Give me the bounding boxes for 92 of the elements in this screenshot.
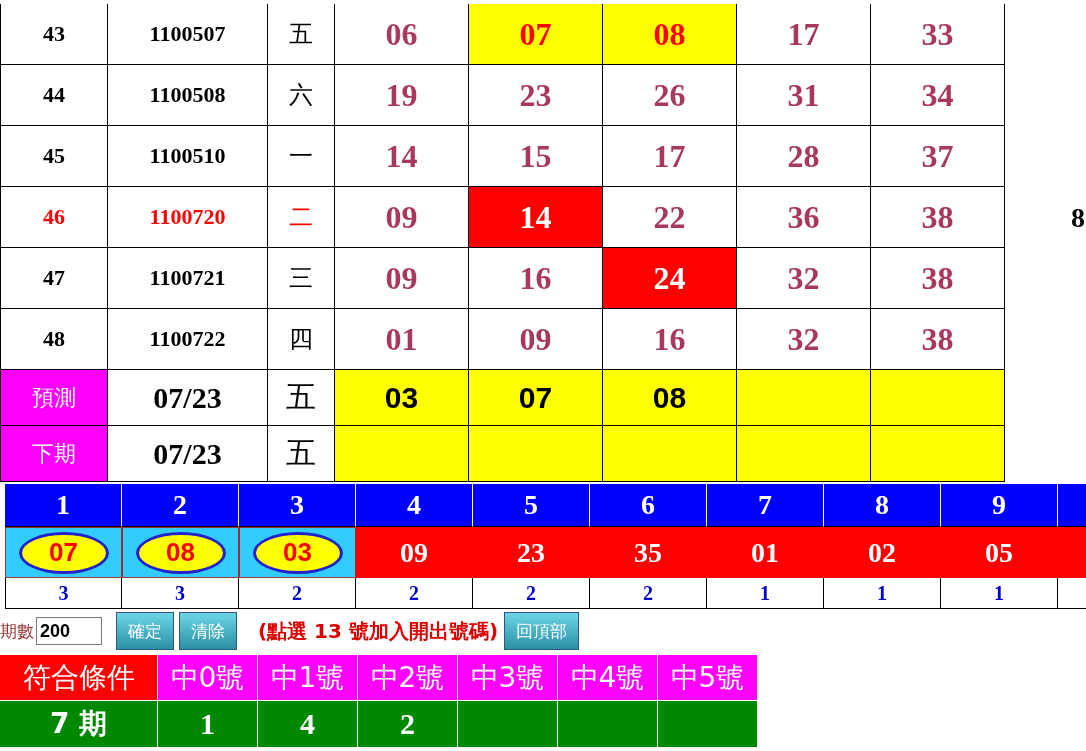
draw-date: 1100721 — [108, 248, 268, 309]
forecast-date: 07/23 — [108, 370, 268, 426]
number-cell: 32 — [737, 248, 871, 309]
count-cell: 1 — [824, 578, 941, 609]
period-count: 7 期 — [0, 701, 158, 748]
ball-cell[interactable]: 08 — [122, 527, 239, 578]
number-ball[interactable]: 07 — [18, 531, 109, 574]
forecast-date: 07/23 — [108, 426, 268, 482]
row-label: 下期 — [0, 426, 108, 482]
rank-header: 9 — [941, 484, 1058, 527]
number-cell[interactable]: 23 — [473, 527, 590, 578]
rank-header: 8 — [824, 484, 941, 527]
hint-text: (點選 13 號加入開出號碼) — [258, 617, 499, 645]
rank-header: 6 — [590, 484, 707, 527]
draw-number: 45 — [0, 126, 108, 187]
column-header: 中5號 — [658, 655, 758, 701]
draw-number: 47 — [0, 248, 108, 309]
forecast-number: 08 — [603, 370, 737, 426]
column-header: 中3號 — [458, 655, 558, 701]
number-cell: 34 — [871, 65, 1005, 126]
number-cell[interactable]: 05 — [941, 527, 1058, 578]
rank-header: 1 — [5, 484, 122, 527]
number-cell: 08 — [603, 4, 737, 65]
weekday: 六 — [268, 65, 335, 126]
rank-header: 5 — [473, 484, 590, 527]
draw-date: 1100720 — [108, 187, 268, 248]
table-cell: 1 — [158, 701, 258, 748]
draw-date: 1100722 — [108, 309, 268, 370]
draw-date: 1100508 — [108, 65, 268, 126]
number-ball[interactable]: 03 — [252, 531, 343, 574]
action-button[interactable]: 清除 — [179, 612, 237, 650]
number-cell: 07 — [469, 4, 603, 65]
number-cell: 38 — [871, 248, 1005, 309]
table-cell: 4 — [258, 701, 358, 748]
column-header: 中1號 — [258, 655, 358, 701]
number-ball[interactable]: 08 — [135, 531, 226, 574]
weekday: 二 — [268, 187, 335, 248]
rank-header: 4 — [356, 484, 473, 527]
weekday: 五 — [268, 4, 335, 65]
number-cell: 19 — [335, 65, 469, 126]
forecast-number: 03 — [335, 370, 469, 426]
back-to-top-button[interactable]: 回頂部 — [504, 612, 580, 650]
count-cell: 1 — [941, 578, 1058, 609]
column-header: 中4號 — [558, 655, 658, 701]
side-count: 8 — [1070, 200, 1086, 235]
number-cell: 23 — [469, 65, 603, 126]
weekday: 三 — [268, 248, 335, 309]
count-cell: 2 — [473, 578, 590, 609]
draw-number: 43 — [0, 4, 108, 65]
number-cell: 17 — [737, 4, 871, 65]
weekday: 四 — [268, 309, 335, 370]
count-cell: 3 — [122, 578, 239, 609]
table-cell: 2 — [358, 701, 458, 748]
number-cell: 28 — [737, 126, 871, 187]
number-cell[interactable]: 35 — [590, 527, 707, 578]
number-cell: 31 — [737, 65, 871, 126]
number-cell: 33 — [871, 4, 1005, 65]
column-header: 中2號 — [358, 655, 458, 701]
draw-date: 1100510 — [108, 126, 268, 187]
forecast-number: 07 — [469, 370, 603, 426]
number-cell: 09 — [335, 248, 469, 309]
number-cell: 36 — [737, 187, 871, 248]
number-cell: 14 — [469, 187, 603, 248]
count-cell: 2 — [239, 578, 356, 609]
condition-header: 符合條件 — [0, 655, 158, 701]
action-button[interactable]: 確定 — [116, 612, 174, 650]
row-label: 預測 — [0, 370, 108, 426]
draw-number: 44 — [0, 65, 108, 126]
ball-cell[interactable]: 03 — [239, 527, 356, 578]
draw-date: 1100507 — [108, 4, 268, 65]
weekday: 一 — [268, 126, 335, 187]
number-cell: 24 — [603, 248, 737, 309]
count-cell: 2 — [356, 578, 473, 609]
count-cell: 1 — [707, 578, 824, 609]
number-cell: 14 — [335, 126, 469, 187]
rank-header: 7 — [707, 484, 824, 527]
number-cell: 26 — [603, 65, 737, 126]
number-cell[interactable]: 09 — [356, 527, 473, 578]
number-cell[interactable]: 01 — [707, 527, 824, 578]
rank-header: 2 — [122, 484, 239, 527]
column-header: 中0號 — [158, 655, 258, 701]
number-cell: 38 — [871, 187, 1005, 248]
draw-number: 46 — [0, 187, 108, 248]
number-cell: 37 — [871, 126, 1005, 187]
count-cell: 2 — [590, 578, 707, 609]
ball-cell[interactable]: 07 — [5, 527, 122, 578]
number-cell[interactable]: 02 — [824, 527, 941, 578]
number-cell: 17 — [603, 126, 737, 187]
rank-header: 3 — [239, 484, 356, 527]
periods-field[interactable]: 200 — [36, 617, 102, 645]
count-cell: 3 — [5, 578, 122, 609]
periods-label: 期數 — [0, 619, 34, 643]
